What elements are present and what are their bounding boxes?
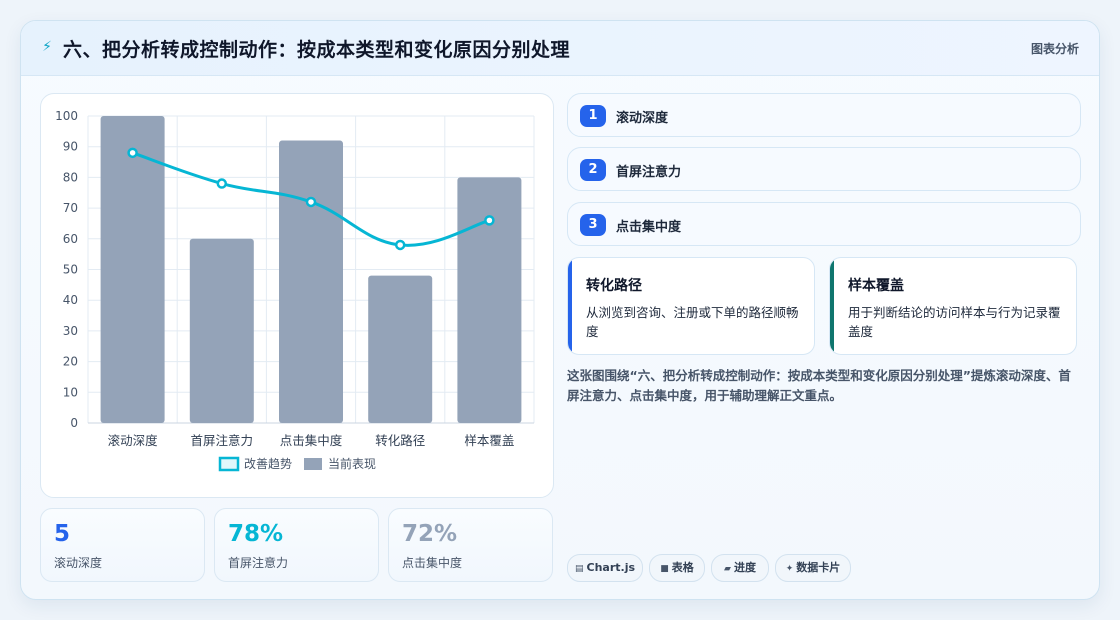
- stat-value: 72%: [402, 521, 458, 547]
- bar: [279, 140, 343, 423]
- step-number-badge: 1: [580, 105, 606, 127]
- table-icon: ■: [660, 564, 669, 574]
- y-tick-label: 100: [55, 109, 78, 123]
- accent-bar: [830, 258, 834, 354]
- stat-card-3: 72% 点击集中度: [388, 508, 553, 582]
- chip-label: 数据卡片: [796, 561, 841, 574]
- y-tick-label: 50: [63, 263, 78, 277]
- legend-swatch: [218, 456, 240, 472]
- trend-point: [216, 178, 228, 189]
- chip-label: 进度: [733, 561, 756, 574]
- progress-icon: ▰: [724, 564, 731, 574]
- summary-text: 这张图围绕“六、把分析转成控制动作：按成本类型和变化原因分别处理”提炼滚动深度、…: [567, 368, 1071, 403]
- y-tick-label: 90: [63, 140, 78, 154]
- chip-label: 表格: [671, 561, 694, 574]
- stat-label: 首屏注意力: [228, 556, 289, 570]
- x-tick-label: 首屏注意力: [191, 433, 254, 448]
- stat-card-2: 78% 首屏注意力: [214, 508, 379, 582]
- accent-bar: [568, 258, 572, 354]
- legend-label: 改善趋势: [244, 456, 292, 471]
- feature-title: 样本覆盖: [848, 278, 904, 294]
- stat-value: 78%: [228, 521, 284, 547]
- chart-icon: ▤: [574, 564, 584, 574]
- bolt-icon: ⚡: [42, 39, 52, 55]
- step-item-3[interactable]: 3 点击集中度: [567, 202, 1081, 246]
- x-tick-label: 滚动深度: [108, 433, 159, 448]
- chart-analysis-tag: 图表分析: [1030, 42, 1079, 56]
- step-label: 首屏注意力: [616, 165, 682, 180]
- step-item-2[interactable]: 2 首屏注意力: [567, 147, 1081, 191]
- y-tick-label: 20: [63, 355, 78, 369]
- trend-point: [127, 147, 138, 159]
- step-number-badge: 2: [580, 159, 606, 181]
- page-title: 六、把分析转成控制动作：按成本类型和变化原因分别处理: [63, 39, 571, 61]
- step-label: 点击集中度: [616, 220, 682, 235]
- step-item-1[interactable]: 1 滚动深度: [567, 93, 1081, 137]
- chip-data-card[interactable]: ✦ 数据卡片: [775, 554, 851, 582]
- y-tick-label: 0: [70, 416, 78, 430]
- bar: [368, 275, 433, 423]
- bar: [189, 238, 254, 423]
- feature-desc: 用于判断结论的访问样本与行为记录覆盖度: [848, 305, 1061, 339]
- chip-table[interactable]: ■ 表格: [649, 554, 705, 582]
- y-tick-label: 60: [63, 232, 78, 246]
- stat-label: 滚动深度: [54, 556, 103, 570]
- y-tick-label: 70: [63, 201, 78, 215]
- combo-chart: 0 10 20 30 40 50 60 70 80 90 100 滚动深度 首屏注意力 点击集中度 转化路径…: [55, 109, 535, 472]
- feature-desc: 从浏览到咨询、注册或下单的路径顺畅度: [586, 305, 799, 339]
- chip-chartjs[interactable]: ▤ Chart.js: [567, 554, 643, 582]
- legend-label: 当前表现: [328, 456, 376, 471]
- y-tick-label: 10: [63, 385, 78, 399]
- trend-point: [394, 239, 406, 251]
- x-tick-label: 样本覆盖: [464, 433, 514, 448]
- y-tick-label: 80: [63, 170, 78, 184]
- chip-progress[interactable]: ▰ 进度: [711, 554, 769, 582]
- feature-title: 转化路径: [586, 278, 642, 294]
- x-tick-label: 点击集中度: [280, 433, 343, 448]
- feature-card-conversion-path: 转化路径 从浏览到咨询、注册或下单的路径顺畅度: [567, 257, 815, 355]
- chart-panel: 0 10 20 30 40 50 60 70 80 90 100 滚动深度 首屏注意力 点击集中度 转化路径…: [40, 93, 554, 498]
- stat-card-1: 5 滚动深度: [40, 508, 205, 582]
- x-tick-label: 转化路径: [375, 433, 425, 448]
- bar: [457, 177, 522, 423]
- legend-swatch: [304, 458, 322, 470]
- stat-value: 5: [54, 521, 71, 547]
- chart-card: ⚡ 六、把分析转成控制动作：按成本类型和变化原因分别处理 图表分析 0 10 20 3…: [20, 20, 1100, 600]
- chip-label: Chart.js: [586, 561, 636, 574]
- step-number-badge: 3: [580, 214, 606, 236]
- y-tick-label: 30: [63, 324, 78, 338]
- y-tick-label: 40: [63, 293, 78, 307]
- feature-card-sample-coverage: 样本覆盖 用于判断结论的访问样本与行为记录覆盖度: [829, 257, 1077, 355]
- step-label: 滚动深度: [616, 111, 669, 126]
- trend-point: [305, 196, 317, 208]
- sparkle-icon: ✦: [785, 564, 794, 574]
- trend-point: [484, 215, 495, 226]
- card-header: ⚡ 六、把分析转成控制动作：按成本类型和变化原因分别处理 图表分析: [21, 21, 1099, 76]
- stat-label: 点击集中度: [402, 556, 463, 570]
